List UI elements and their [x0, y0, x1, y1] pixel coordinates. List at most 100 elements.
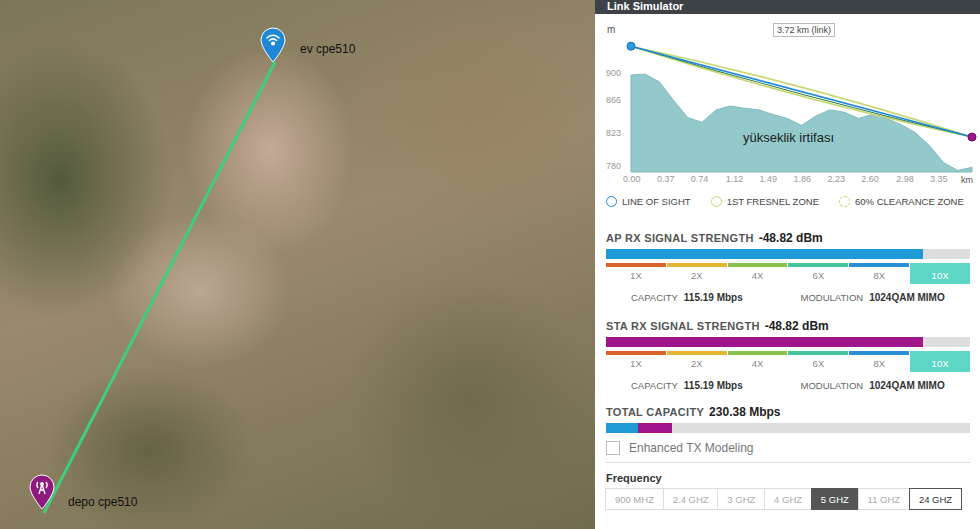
site-pin[interactable]: [29, 474, 55, 510]
x-tick: 1.49: [760, 174, 778, 184]
frequency-selector: 900 MHZ2.4 GHZ3 GHZ4 GHZ5 GHZ11 GHZ24 GH…: [606, 488, 962, 510]
site-pin[interactable]: [260, 27, 286, 63]
x-unit: km: [961, 175, 973, 185]
site-label: depo cpe510: [68, 495, 137, 509]
link-distance-badge: 3.72 km (link): [773, 23, 835, 37]
frequency-button[interactable]: 3 GHZ: [717, 488, 765, 510]
rate-stripe: [667, 263, 727, 267]
rate-item: 2X: [667, 263, 727, 284]
wifi-pin-icon[interactable]: [260, 27, 286, 63]
signal-info: CAPACITY115.19 MbpsMODULATION1024QAM MIM…: [606, 292, 970, 303]
rate-label: 8X: [849, 355, 909, 372]
rate-stripe: [728, 263, 788, 267]
rate-stripe: [788, 263, 848, 267]
total-capacity: TOTAL CAPACITY230.38 Mbps: [606, 405, 970, 433]
signal-title-row: STA RX SIGNAL STRENGTH-48.82 dBm: [606, 319, 970, 333]
line-of-sight: [631, 46, 972, 137]
legend-marker-icon: [839, 196, 850, 207]
info-label: CAPACITY: [631, 292, 678, 303]
rate-label: 10X: [910, 267, 970, 284]
total-title: TOTAL CAPACITY: [606, 406, 704, 418]
frequency-button[interactable]: 900 MHZ: [605, 488, 664, 510]
info-value: 115.19 Mbps: [684, 380, 743, 391]
y-tick: 780: [606, 161, 621, 171]
x-tick: 2.60: [861, 174, 879, 184]
info-value: 1024QAM MIMO: [869, 380, 945, 391]
checkbox-box[interactable]: [606, 441, 620, 455]
elevation-chart: m9008668237803.72 km (link)0.000.370.741…: [606, 14, 971, 186]
rate-label: 10X: [910, 355, 970, 372]
rate-stripe: [728, 351, 788, 355]
rate-scale: 1X2X4X6X8X10X: [606, 263, 970, 284]
y-tick: 900: [606, 68, 621, 78]
tower-pin-icon[interactable]: [29, 474, 55, 510]
clearance-line: [631, 46, 972, 137]
link-line: [0, 0, 595, 529]
info-label: MODULATION: [801, 380, 864, 391]
sta-endpoint-icon[interactable]: [968, 133, 976, 141]
frequency-button[interactable]: 2.4 GHZ: [663, 488, 719, 510]
rate-stripe: [606, 263, 666, 267]
rate-label: 4X: [728, 267, 788, 284]
legend-item: 60% CLEARANCE ZONE: [839, 196, 964, 207]
total-title-row: TOTAL CAPACITY230.38 Mbps: [606, 405, 970, 419]
rate-item: 10X: [910, 351, 970, 372]
total-bar: [606, 423, 970, 433]
legend-marker-icon: [606, 196, 617, 207]
satellite-map[interactable]: ev cpe510 depo cpe510: [0, 0, 595, 529]
frequency-button[interactable]: 11 GHZ: [858, 488, 910, 510]
signal-fill: [606, 249, 923, 259]
signal-title-row: AP RX SIGNAL STRENGTH -48.82 dBm: [606, 231, 970, 245]
rate-stripe: [910, 263, 970, 267]
enhanced-tx-checkbox[interactable]: Enhanced TX Modeling: [606, 441, 970, 463]
signal-title: STA RX SIGNAL STRENGTH: [606, 320, 760, 332]
rate-label: 4X: [728, 355, 788, 372]
y-tick: 866: [606, 95, 621, 105]
legend-item: 1ST FRESNEL ZONE: [711, 196, 819, 207]
info-label: CAPACITY: [631, 380, 678, 391]
signal-title: AP RX SIGNAL STRENGTH: [606, 232, 754, 244]
chart-legend: LINE OF SIGHT1ST FRESNEL ZONE60% CLEARAN…: [606, 196, 971, 207]
capacity-info: CAPACITY115.19 Mbps: [631, 292, 801, 303]
signal-section: STA RX SIGNAL STRENGTH-48.82 dBm 1X2X4X6X…: [606, 319, 970, 391]
rate-stripe: [849, 351, 909, 355]
y-axis: m900866823780: [606, 14, 631, 186]
x-tick: 0.00: [623, 174, 641, 184]
signal-bar: [606, 337, 970, 347]
signal-info: CAPACITY 115.19 Mbps MODULATION 1024QAM MIM…: [606, 380, 970, 391]
rate-label: 6X: [788, 355, 848, 372]
rate-scale: 1X2X4X6X8X10X: [606, 351, 970, 372]
site-label: ev cpe510: [300, 42, 355, 56]
frequency-button[interactable]: 5 GHZ: [811, 488, 859, 510]
terrain-profile: [631, 40, 972, 172]
rate-item: 1X: [606, 263, 666, 284]
x-axis: 0.000.370.741.121.491.862.232.602.983.35…: [631, 172, 972, 186]
legend-marker-icon: [711, 196, 722, 207]
rate-item: 1X: [606, 351, 666, 372]
x-tick: 2.23: [827, 174, 845, 184]
panel-body: m9008668237803.72 km (link)0.000.370.741…: [595, 14, 980, 510]
signal-value: -48.82 dBm: [759, 231, 823, 245]
rate-item: 10X: [910, 263, 970, 284]
rate-item: 4X: [728, 263, 788, 284]
ap-endpoint-icon[interactable]: [627, 42, 635, 50]
page: ev cpe510depo cpe510Link Simulatorm90086…: [0, 0, 980, 529]
x-tick: 3.35: [930, 174, 948, 184]
x-tick: 1.12: [726, 174, 744, 184]
x-tick: 2.98: [896, 174, 914, 184]
link-simulator-panel: Link Simulatorm9008668237803.72 km (link…: [595, 0, 980, 529]
frequency-button[interactable]: 24 GHZ: [909, 488, 962, 510]
x-tick: 0.37: [657, 174, 675, 184]
info-label: MODULATION: [801, 292, 864, 303]
y-tick: 823: [606, 128, 621, 138]
x-tick: 0.74: [691, 174, 709, 184]
rate-label: 6X: [788, 267, 848, 284]
frequency-button[interactable]: 4 GHZ: [764, 488, 812, 510]
rate-item: 8X: [849, 351, 909, 372]
modulation-info: MODULATION1024QAM MIMO: [801, 292, 971, 303]
fresnel-upper: [631, 46, 972, 137]
rate-label: 8X: [849, 267, 909, 284]
signal-fill: [606, 337, 923, 347]
panel-title: Link Simulator: [595, 0, 980, 14]
rate-item: 6X: [788, 263, 848, 284]
